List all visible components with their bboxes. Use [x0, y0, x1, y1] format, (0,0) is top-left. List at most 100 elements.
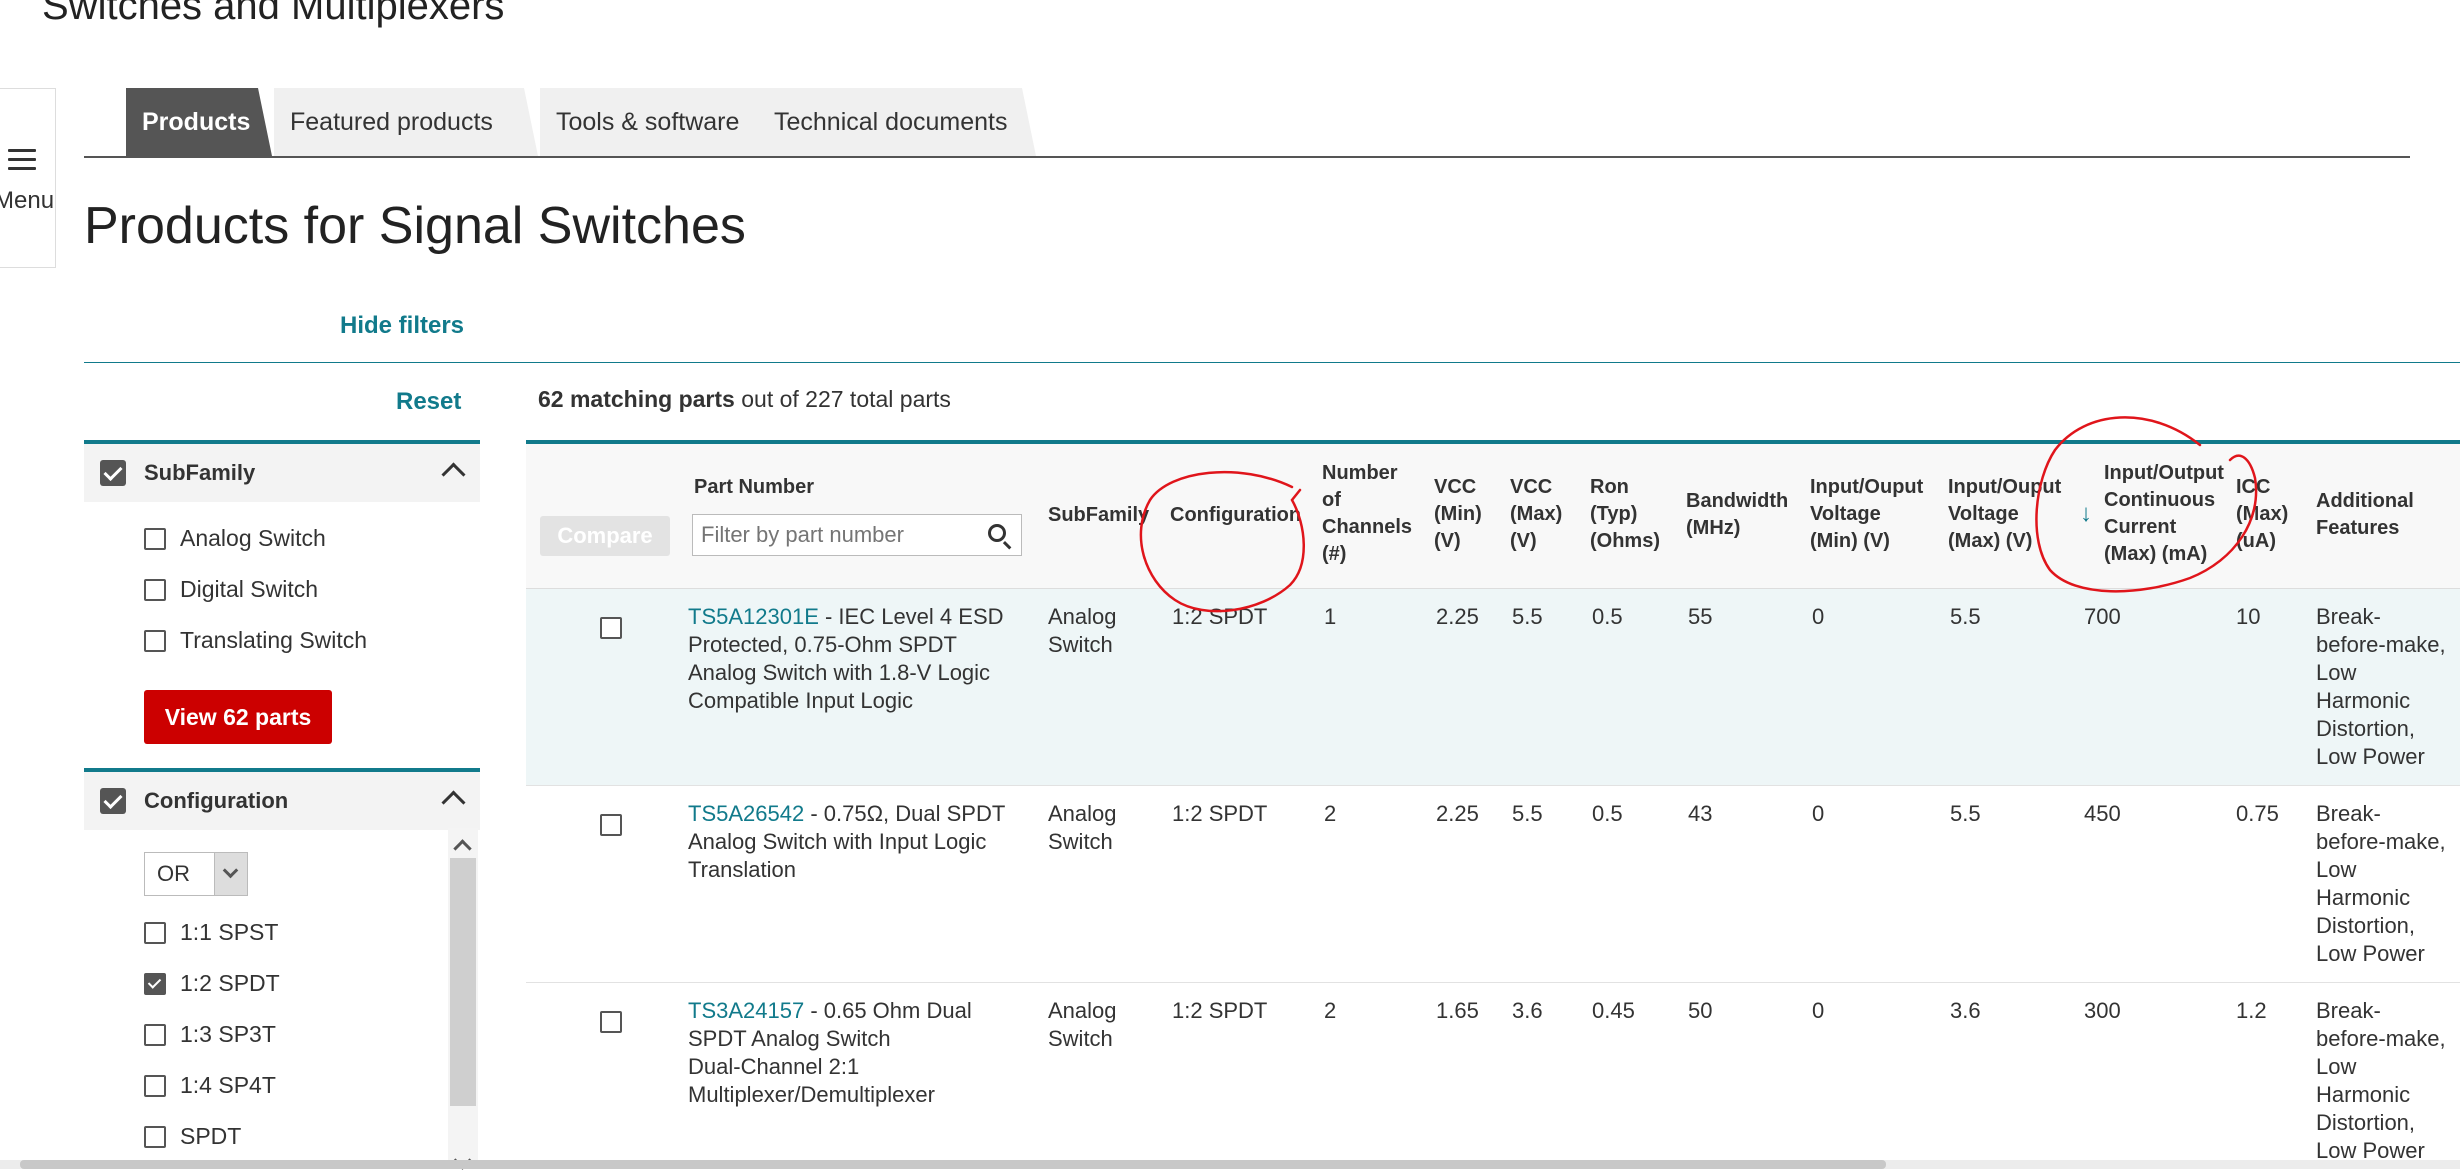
- subfamily-filter-header[interactable]: SubFamily: [84, 440, 480, 502]
- view-parts-button[interactable]: View 62 parts: [144, 690, 332, 744]
- filter-logic-select[interactable]: OR: [144, 852, 248, 896]
- scroll-up-icon[interactable]: [453, 839, 472, 858]
- table-header: Compare Part Number SubFamily Configurat…: [526, 444, 2460, 589]
- header-icc[interactable]: ICC (Max) (uA): [2236, 474, 2288, 555]
- scrollbar-thumb[interactable]: [20, 1160, 1886, 1169]
- cell-features: Break-before-make, Low Harmonic Distortion,…: [2316, 801, 2446, 966]
- cell-bandwidth: 43: [1688, 801, 1713, 826]
- cell-bandwidth: 50: [1688, 998, 1713, 1023]
- checkbox-icon[interactable]: [144, 922, 166, 944]
- header-vcc-min[interactable]: VCC (Min) (V): [1434, 474, 1482, 555]
- header-channels[interactable]: Number of Channels (#): [1322, 460, 1412, 568]
- hide-filters-link[interactable]: Hide filters: [340, 312, 464, 340]
- cell-ron: 0.5: [1592, 801, 1623, 826]
- search-icon[interactable]: [988, 524, 1006, 542]
- page-title: Products for Signal Switches: [84, 197, 746, 255]
- subfamily-filter-checkbox[interactable]: [100, 460, 126, 486]
- part-number-link[interactable]: TS5A26542: [688, 801, 804, 826]
- checkbox-icon[interactable]: [144, 1024, 166, 1046]
- cell-features: Break-before-make, Low Harmonic Distortion,…: [2316, 604, 2446, 769]
- header-bandwidth[interactable]: Bandwidth (MHz): [1686, 488, 1788, 542]
- chevron-up-icon[interactable]: [441, 462, 466, 487]
- hamburger-icon: [8, 149, 36, 170]
- cell-icc: 1.2: [2236, 998, 2267, 1023]
- cell-icc: 0.75: [2236, 801, 2279, 826]
- row-select-checkbox[interactable]: [600, 617, 622, 639]
- sort-descending-icon[interactable]: ↓: [2080, 500, 2102, 530]
- tabs-divider: [84, 156, 2410, 158]
- cell-io-voltage-max: 3.6: [1950, 998, 1981, 1023]
- menu-label: Menu: [0, 187, 55, 214]
- checkbox-icon[interactable]: [144, 579, 166, 601]
- matching-count: 62 matching parts: [538, 386, 735, 412]
- cell-subfamily: Analog Switch: [1048, 604, 1117, 657]
- cell-configuration: 1:2 SPDT: [1172, 801, 1268, 826]
- page-heading: Switches and Multiplexers: [42, 0, 505, 28]
- cell-io-voltage-min: 0: [1812, 604, 1825, 629]
- cell-configuration: 1:2 SPDT: [1172, 998, 1268, 1023]
- cell-icc: 10: [2236, 604, 2261, 629]
- part-description: TS5A26542 - 0.75Ω, Dual SPDT Analog Switc…: [688, 801, 1006, 882]
- cell-features: Break-before-make, Low Harmonic Distortion,…: [2316, 998, 2446, 1163]
- checkbox-checked-icon[interactable]: [144, 973, 166, 995]
- header-part-number[interactable]: Part Number: [694, 474, 814, 501]
- part-number-filter-input[interactable]: [692, 514, 1022, 556]
- table-row: TS3A24157 - 0.65 Ohm Dual SPDT Analog Swi…: [526, 983, 2460, 1169]
- total-count: out of 227 total parts: [734, 386, 951, 412]
- menu-button[interactable]: Menu: [0, 88, 56, 268]
- cell-vcc-max: 5.5: [1512, 801, 1543, 826]
- cell-subfamily: Analog Switch: [1048, 801, 1117, 854]
- header-ron[interactable]: Ron (Typ) (Ohms): [1590, 474, 1660, 555]
- cell-bandwidth: 55: [1688, 604, 1713, 629]
- tab-products[interactable]: Products: [126, 88, 272, 156]
- checkbox-icon[interactable]: [144, 1126, 166, 1148]
- chevron-up-icon[interactable]: [441, 790, 466, 815]
- scrollbar-thumb[interactable]: [450, 858, 476, 1106]
- cell-channels: 2: [1324, 801, 1337, 826]
- cell-io-voltage-max: 5.5: [1950, 604, 1981, 629]
- checkbox-icon[interactable]: [144, 630, 166, 652]
- horizontal-scrollbar[interactable]: [0, 1160, 2460, 1169]
- checkbox-icon[interactable]: [144, 1075, 166, 1097]
- cell-subfamily: Analog Switch: [1048, 998, 1117, 1051]
- header-io-current[interactable]: Input/Output Continuous Current (Max) (mA): [2104, 460, 2224, 568]
- configuration-filter-checkbox[interactable]: [100, 788, 126, 814]
- part-description: TS5A12301E - IEC Level 4 ESD Protected, 0…: [688, 604, 1004, 713]
- cell-vcc-max: 5.5: [1512, 604, 1543, 629]
- configuration-filter-header[interactable]: Configuration: [84, 768, 480, 830]
- results-summary: 62 matching parts out of 227 total parts: [538, 386, 951, 413]
- compare-button[interactable]: Compare: [540, 516, 670, 556]
- table-row: TS5A12301E - IEC Level 4 ESD Protected, 0…: [526, 589, 2460, 786]
- subfamily-filter-title: SubFamily: [144, 460, 256, 485]
- row-select-checkbox[interactable]: [600, 1011, 622, 1033]
- chevron-down-icon[interactable]: [214, 853, 247, 895]
- cell-channels: 1: [1324, 604, 1337, 629]
- header-additional-features[interactable]: Additional Features: [2316, 488, 2414, 542]
- cell-configuration: 1:2 SPDT: [1172, 604, 1268, 629]
- cell-vcc-max: 3.6: [1512, 998, 1543, 1023]
- cell-vcc-min: 2.25: [1436, 801, 1479, 826]
- tab-featured-products[interactable]: Featured products: [274, 88, 538, 156]
- filter-scrollbar[interactable]: [448, 828, 478, 1170]
- cell-ron: 0.5: [1592, 604, 1623, 629]
- cell-io-current: 450: [2084, 801, 2121, 826]
- table-row: TS5A26542 - 0.75Ω, Dual SPDT Analog Switc…: [526, 786, 2460, 983]
- header-vcc-max[interactable]: VCC (Max) (V): [1510, 474, 1562, 555]
- cell-channels: 2: [1324, 998, 1337, 1023]
- tab-technical-documents[interactable]: Technical documents: [758, 88, 1036, 156]
- header-subfamily[interactable]: SubFamily: [1048, 502, 1149, 529]
- tab-tools-software[interactable]: Tools & software: [540, 88, 772, 156]
- cell-io-current: 300: [2084, 998, 2121, 1023]
- cell-io-voltage-min: 0: [1812, 998, 1825, 1023]
- part-description: TS3A24157 - 0.65 Ohm Dual SPDT Analog Swi…: [688, 998, 972, 1107]
- header-io-voltage-max[interactable]: Input/Ouput Voltage (Max) (V): [1948, 474, 2061, 555]
- header-configuration[interactable]: Configuration: [1170, 502, 1301, 529]
- header-io-voltage-min[interactable]: Input/Ouput Voltage (Min) (V): [1810, 474, 1923, 555]
- filters-divider: [84, 362, 2460, 363]
- reset-filters-link[interactable]: Reset: [396, 388, 461, 416]
- cell-vcc-min: 2.25: [1436, 604, 1479, 629]
- row-select-checkbox[interactable]: [600, 814, 622, 836]
- part-number-link[interactable]: TS3A24157: [688, 998, 804, 1023]
- part-number-link[interactable]: TS5A12301E: [688, 604, 819, 629]
- checkbox-icon[interactable]: [144, 528, 166, 550]
